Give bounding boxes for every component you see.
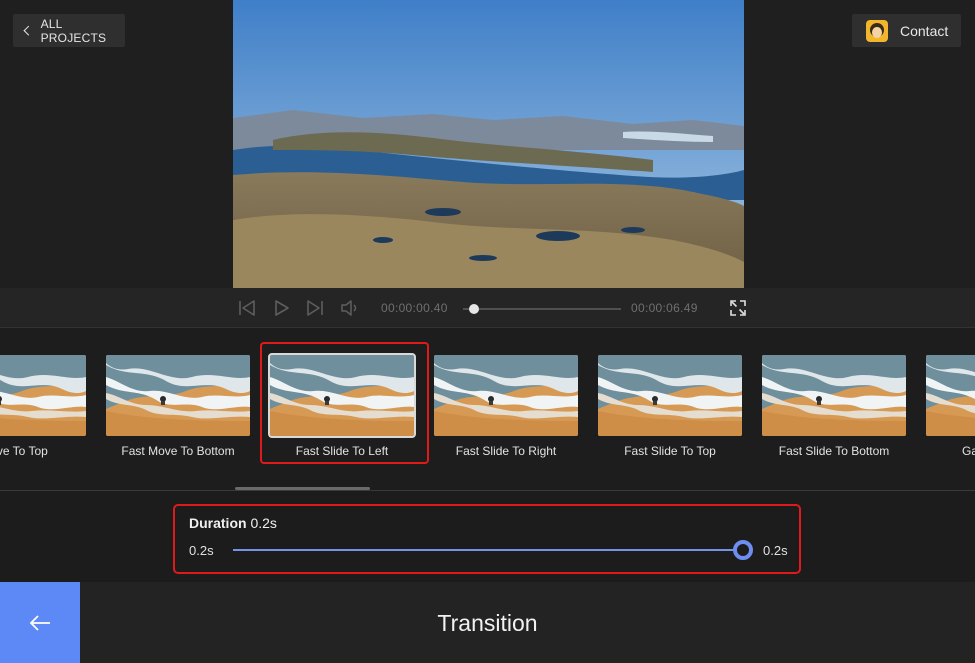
transition-tile[interactable]: Ga	[926, 355, 975, 465]
transition-thumbnail	[598, 355, 742, 436]
transition-thumbnail	[762, 355, 906, 436]
transition-label: Fast Slide To Top	[624, 444, 716, 458]
duration-slider-track[interactable]	[233, 549, 743, 551]
transition-tile[interactable]: Fast Slide To Bottom	[762, 355, 906, 465]
transition-thumbnail	[106, 355, 250, 436]
transition-strip: Move To Top Fast Move To Bottom Fast Sli…	[0, 328, 975, 491]
transition-tile[interactable]: Fast Move To Bottom	[106, 355, 250, 465]
transition-label: Fast Move To Bottom	[121, 444, 235, 458]
transition-tile-selected[interactable]: Fast Slide To Left	[268, 353, 416, 465]
duration-label: Duration	[189, 515, 247, 531]
transition-label: Move To Top	[0, 444, 48, 458]
bottom-bar: Transition	[0, 582, 975, 663]
seek-handle[interactable]	[468, 304, 479, 314]
contact-label: Contact	[900, 22, 949, 39]
transition-tile[interactable]: Fast Slide To Top	[598, 355, 742, 465]
chevron-left-icon	[23, 25, 34, 36]
app-window: ALL PROJECTS Contact 00:00:00.40 00:00:0…	[0, 0, 975, 663]
transition-thumbnail	[268, 353, 416, 438]
landscape-image	[233, 0, 744, 288]
transition-tile[interactable]: Fast Slide To Right	[434, 355, 578, 465]
player-controls: 00:00:00.40 00:00:06.49	[0, 288, 975, 328]
duration-max: 0.2s	[763, 543, 788, 558]
transition-label: Fast Slide To Left	[295, 444, 389, 458]
contact-button[interactable]: Contact	[852, 14, 961, 47]
duration-value: 0.2s	[250, 515, 277, 531]
volume-icon[interactable]	[340, 299, 360, 317]
video-preview[interactable]	[233, 0, 744, 288]
seek-bar[interactable]	[463, 308, 621, 310]
play-icon[interactable]	[274, 299, 290, 317]
strip-scrollbar[interactable]	[235, 487, 370, 490]
all-projects-label: ALL PROJECTS	[40, 16, 107, 45]
duration-slider-handle[interactable]	[733, 540, 753, 560]
duration-title: Duration 0.2s	[189, 515, 277, 531]
fullscreen-icon[interactable]	[729, 299, 747, 317]
current-time: 00:00:00.40	[381, 301, 448, 315]
transition-thumbnail	[434, 355, 578, 436]
transition-tile[interactable]: Move To Top	[0, 355, 86, 465]
transition-label: Ga	[962, 444, 975, 458]
duration-panel: Duration 0.2s 0.2s 0.2s	[0, 492, 975, 582]
preview-area: ALL PROJECTS Contact	[0, 0, 975, 288]
avatar-icon	[866, 19, 888, 42]
skip-end-icon[interactable]	[306, 299, 324, 317]
duration-min: 0.2s	[189, 543, 214, 558]
page-title: Transition	[437, 610, 538, 636]
transition-label: Fast Slide To Bottom	[778, 444, 890, 458]
skip-start-icon[interactable]	[238, 299, 256, 317]
transition-thumbnail	[926, 355, 975, 436]
transition-thumbnail	[0, 355, 86, 436]
total-time: 00:00:06.49	[631, 301, 698, 315]
all-projects-button[interactable]: ALL PROJECTS	[13, 14, 125, 47]
transition-label: Fast Slide To Right	[455, 444, 557, 458]
duration-box: Duration 0.2s 0.2s 0.2s	[173, 504, 801, 574]
